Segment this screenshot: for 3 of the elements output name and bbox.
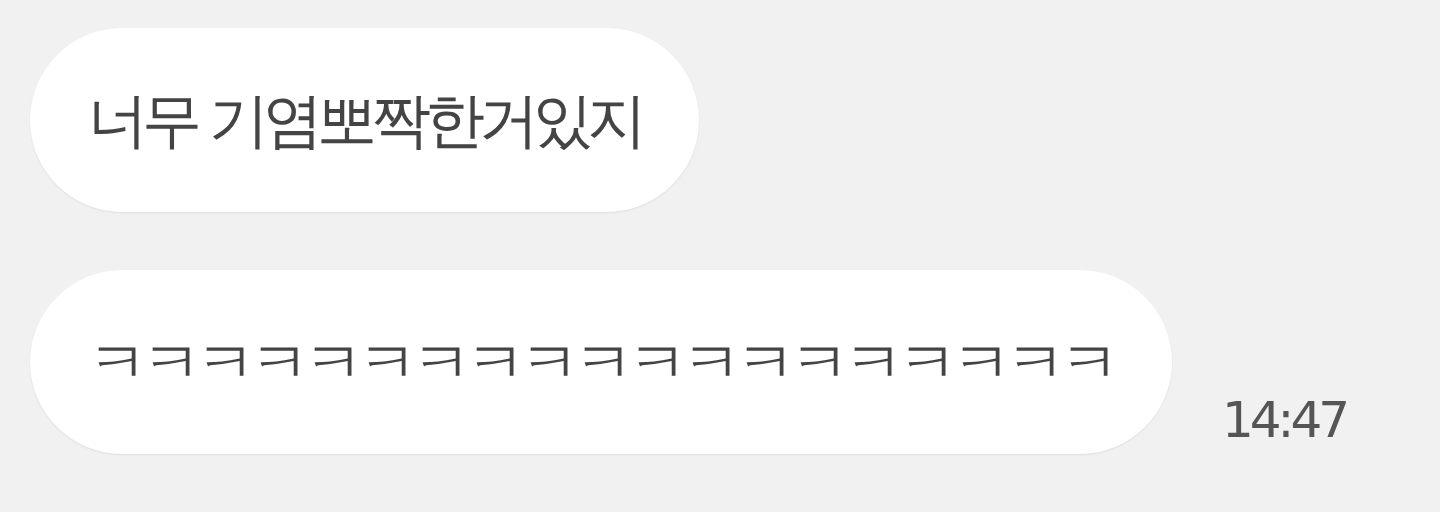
message-time: 14:47 (1222, 390, 1347, 451)
message-bubble: 너무 기염뽀짝한거있지 (30, 28, 700, 212)
message-bubble: ㅋㅋㅋㅋㅋㅋㅋㅋㅋㅋㅋㅋㅋㅋㅋㅋㅋㅋㅋ (30, 270, 1172, 454)
